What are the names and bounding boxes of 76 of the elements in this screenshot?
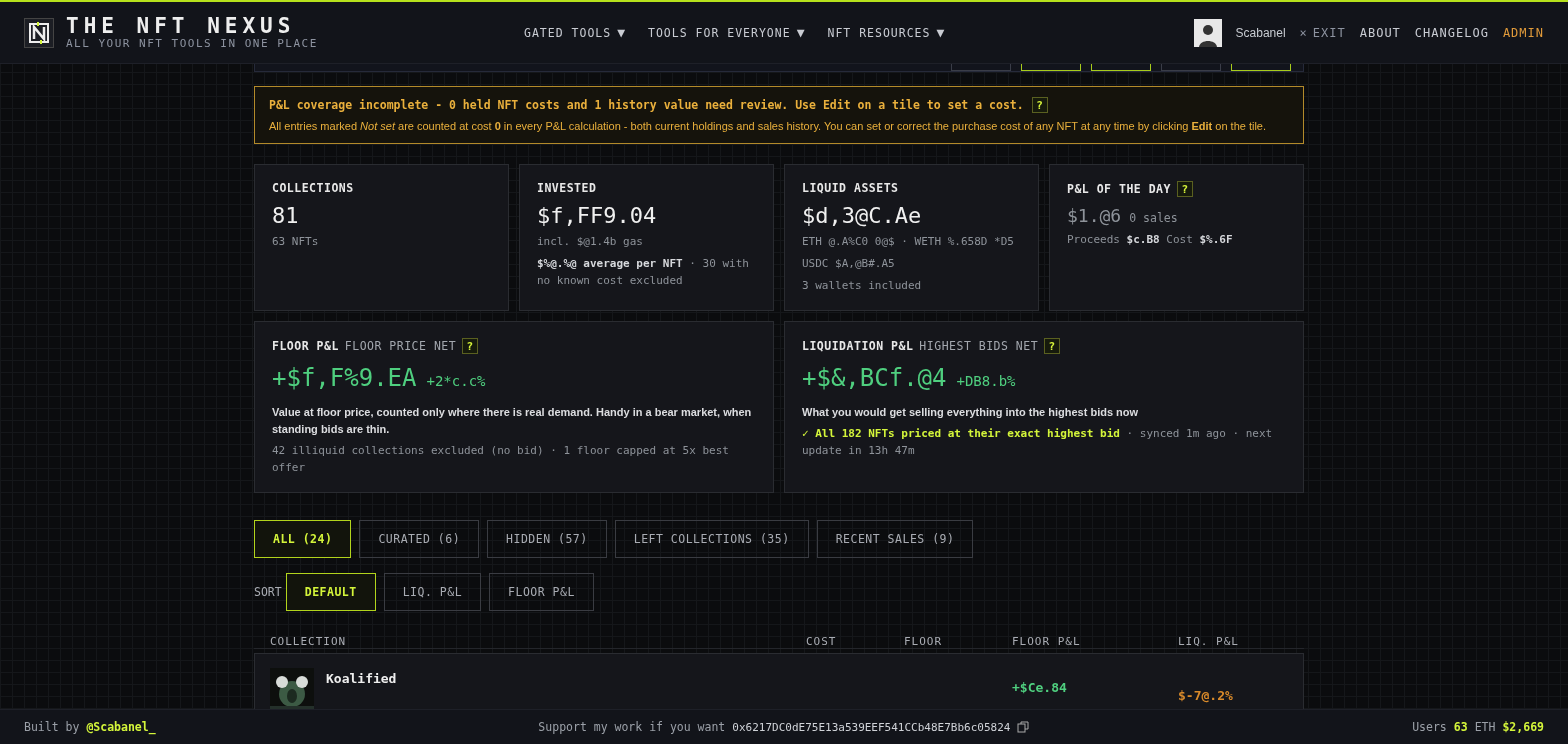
stat-value: 81 <box>272 203 299 228</box>
pnl-value: +$f,F%9.EA <box>272 364 417 392</box>
eth-price: $2,669 <box>1502 720 1544 734</box>
eth-label: ETH <box>1474 720 1496 734</box>
credit-text: Built by <box>24 720 80 734</box>
avatar-icon[interactable] <box>1193 18 1222 47</box>
pnl-value: +$&,BCf.@4 <box>802 364 947 392</box>
filter-tab[interactable]: CURATED (6) <box>359 520 480 558</box>
toolbar-button[interactable] <box>1021 64 1081 71</box>
nav-menu[interactable]: TOOLS FOR EVERYONE ▼ <box>648 25 806 40</box>
site-title: THE NFT NEXUS <box>66 15 297 37</box>
pnl-change: +DB8.b% <box>956 373 1016 389</box>
stat-label: LIQUID ASSETS <box>802 181 899 195</box>
sort-option[interactable]: DEFAULT <box>285 573 376 611</box>
pnl-label: LIQUIDATION P&L <box>802 339 914 353</box>
column-header: COST <box>806 635 838 648</box>
stat-detail: ETH @.A%C0 0@$ · WETH %.658D *D5 <box>802 234 1015 250</box>
copy-icon[interactable] <box>1017 721 1030 733</box>
pnl-sublabel: HIGHEST BIDS NET <box>919 339 1039 353</box>
author-link[interactable]: @Scabanel_ <box>86 720 156 734</box>
pnl-sublabel: FLOOR PRICE NET <box>344 339 457 353</box>
nav-link[interactable]: CHANGELOG <box>1414 25 1489 40</box>
column-header: COLLECTION <box>270 635 348 648</box>
stat-detail: $%@.%@ average per NFT · 30 with no known cost excluded <box>537 256 750 289</box>
floor-pnl-value: +$Ce.84 <box>1012 680 1068 697</box>
logo-icon <box>24 17 54 48</box>
stat-label: INVESTED <box>537 181 597 195</box>
toolbar-button[interactable] <box>1091 64 1151 71</box>
column-header: FLOOR P&L <box>1012 635 1082 648</box>
filter-tab[interactable]: RECENT SALES (9) <box>816 520 974 558</box>
stat-value: $f,FF9.04 <box>537 203 657 228</box>
stat-detail: 3 wallets included <box>802 278 923 294</box>
help-button[interactable]: ? <box>1044 338 1061 354</box>
pnl-description: What you would get selling everything into the highest bids now <box>802 405 1140 420</box>
sort-option[interactable]: LIQ. P&L <box>383 573 482 611</box>
help-button[interactable]: ? <box>1176 181 1193 197</box>
warning-title: P&L coverage incomplete - 0 held NFT costs and 1 history value need review. Use Edit on a tile to set a cost. <box>269 98 1024 112</box>
collection-name: Koalified <box>326 671 398 688</box>
support-text: Support my work if you want <box>538 720 726 734</box>
pnl-change: +2*c.c% <box>426 373 486 389</box>
exit-button[interactable]: × EXIT <box>1299 25 1346 40</box>
collection-row[interactable]: Koalified +$Ce.84 $-7@.2% <box>254 653 1304 709</box>
username: Scabanel <box>1235 25 1286 40</box>
stat-detail: incl. $@1.4b gas <box>537 234 644 250</box>
pnl-note: ✓ All 182 NFTs priced at their exact highest bid · synced 1m ago · next update in 13h 47m <box>802 426 1274 459</box>
stat-detail: Proceeds $c.B8 Cost $%.6F <box>1067 232 1234 248</box>
site-tagline: ALL YOUR NFT TOOLS IN ONE PLACE <box>66 37 318 50</box>
stat-note: 0 sales <box>1129 211 1178 225</box>
column-header: FLOOR <box>904 635 944 648</box>
stat-value: $d,3@C.Ae <box>802 203 922 228</box>
stat-label: P&L OF THE DAY <box>1067 182 1171 196</box>
filter-tab[interactable]: ALL (24) <box>254 520 352 558</box>
pnl-note: 42 illiquid collections excluded (no bid) · 1 floor capped at 5x best offer <box>272 443 730 476</box>
nav-link[interactable]: ADMIN <box>1502 25 1544 40</box>
help-button[interactable]: ? <box>1031 97 1048 113</box>
warning-text: All entries marked Not set are counted at cost 0 in every P&L calculation - both current holdings and sales history. You can set or correct the purchase cost of any NFT at any time by clicking Edit on the tile. <box>269 120 1268 132</box>
sort-label: SORT <box>254 585 282 599</box>
stat-value: $1.@6 <box>1067 205 1122 226</box>
users-count: 63 <box>1453 720 1468 734</box>
sort-option[interactable]: FLOOR P&L <box>489 573 594 611</box>
pnl-description: Value at floor price, counted only where there is real demand. Handy in a bear market, when standing bids are thin. <box>272 405 753 437</box>
users-label: Users <box>1412 720 1447 734</box>
stat-detail: USDC $A,@B#.A5 <box>802 256 896 272</box>
toolbar-button[interactable] <box>1231 64 1291 71</box>
nav-link[interactable]: ABOUT <box>1359 25 1401 40</box>
filter-tab[interactable]: LEFT COLLECTIONS (35) <box>614 520 809 558</box>
help-button[interactable]: ? <box>462 338 479 354</box>
column-header: LIQ. P&L <box>1178 635 1240 648</box>
stat-detail: 63 NFTs <box>272 234 320 250</box>
nav-menu[interactable]: NFT RESOURCES ▼ <box>827 25 946 40</box>
wallet-address: 0x6217DC0dE75E13a539EEF541CCb48E7Bb6c05824 <box>732 720 1011 734</box>
nav-menu[interactable]: GATED TOOLS ▼ <box>524 25 626 40</box>
filter-tab[interactable]: HIDDEN (57) <box>487 520 607 558</box>
pnl-label: FLOOR P&L <box>272 339 339 353</box>
stat-label: COLLECTIONS <box>272 181 354 195</box>
liq-pnl-value: $-7@.2% <box>1178 688 1234 705</box>
